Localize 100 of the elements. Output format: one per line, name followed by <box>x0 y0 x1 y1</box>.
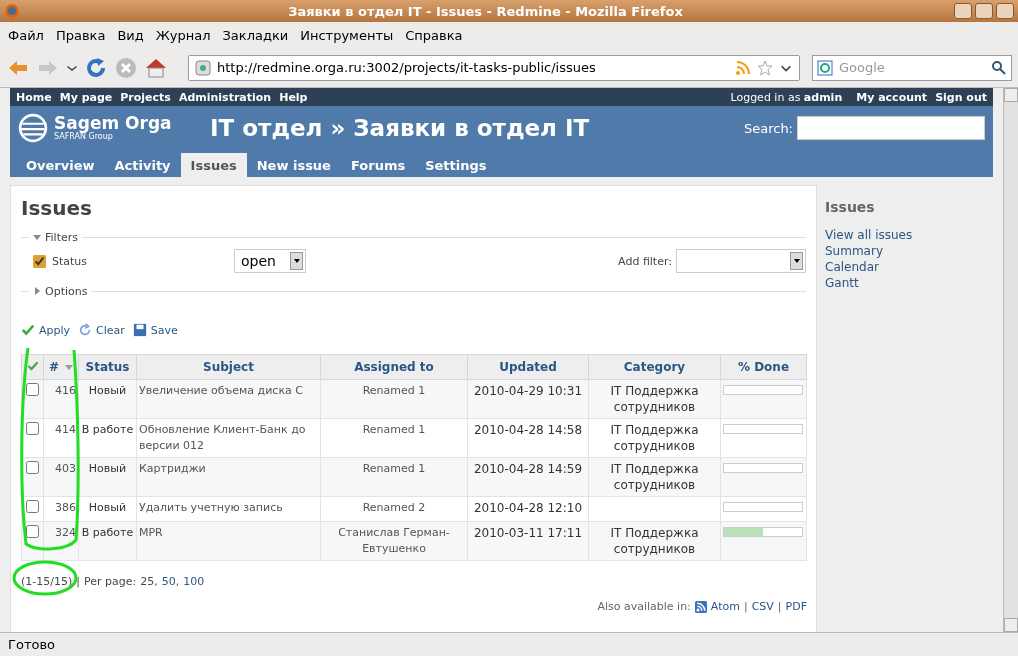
issue-id-link[interactable]: 416 <box>55 384 76 397</box>
column-header[interactable]: % Done <box>720 354 807 380</box>
table-cell: Renamed 1 <box>362 423 426 436</box>
row-checkbox[interactable] <box>26 383 39 396</box>
expand-icon[interactable] <box>33 287 41 295</box>
table-cell: Станислав Герман-Евтушенко <box>338 526 450 555</box>
sidebar-link[interactable]: Summary <box>825 243 985 259</box>
collapse-icon[interactable] <box>33 233 41 241</box>
add-filter-select[interactable] <box>676 249 806 273</box>
table-cell: IT Поддержка сотрудников <box>610 384 699 414</box>
sidebar-link[interactable]: Calendar <box>825 259 985 275</box>
top-menu-link[interactable]: Home <box>16 90 52 104</box>
column-header[interactable]: Updated <box>467 354 589 380</box>
logo-name: Sagem Orga <box>54 115 172 132</box>
filter-label: Status <box>52 254 89 268</box>
close-button[interactable] <box>996 3 1014 19</box>
column-header[interactable]: Category <box>588 354 721 380</box>
account-link[interactable]: My account <box>856 90 928 104</box>
issue-id-link[interactable]: 324 <box>55 526 76 539</box>
logged-in-text: Logged in as admin <box>730 90 843 104</box>
per-page-link[interactable]: 100 <box>183 575 205 588</box>
action-link[interactable]: Apply <box>21 323 71 337</box>
feed-icon <box>694 600 707 613</box>
logo-icon <box>18 113 48 143</box>
tab[interactable]: Forums <box>340 153 416 177</box>
column-header[interactable]: Status <box>78 354 137 380</box>
top-menu-link[interactable]: Administration <box>178 90 272 104</box>
menu-item[interactable]: Справка <box>401 27 471 43</box>
add-filter-label: Add filter: <box>618 254 672 268</box>
refresh-icon <box>78 323 93 337</box>
maximize-button[interactable] <box>975 3 993 19</box>
check-all-icon[interactable] <box>26 359 39 372</box>
action-link[interactable]: Save <box>132 323 178 337</box>
table-cell: Renamed 2 <box>362 501 426 514</box>
minimize-button[interactable] <box>954 3 972 19</box>
tab[interactable]: Issues <box>180 153 247 177</box>
top-menu-link[interactable]: Projects <box>120 90 171 104</box>
table-cell: Renamed 1 <box>362 462 426 475</box>
row-checkbox[interactable] <box>26 422 39 435</box>
scrollbar[interactable] <box>1003 88 1018 632</box>
per-page-link[interactable]: 50, <box>161 575 180 588</box>
top-menu-link[interactable]: Help <box>279 90 308 104</box>
menu-item[interactable]: Вид <box>113 27 152 43</box>
table-cell: 2010-04-28 14:58 <box>473 423 583 437</box>
table-cell: Новый <box>88 501 127 514</box>
action-link[interactable]: Clear <box>78 323 125 337</box>
reload-icon[interactable] <box>84 55 108 80</box>
options-legend[interactable]: Options <box>45 284 88 298</box>
search-field[interactable]: Google <box>812 54 1012 81</box>
sidebar-link[interactable]: View all issues <box>825 227 985 243</box>
search-icon[interactable] <box>991 59 1007 76</box>
tab[interactable]: Overview <box>16 153 105 177</box>
column-header[interactable]: Assigned to <box>320 354 468 380</box>
sidebar-link[interactable]: Gantt <box>825 275 985 291</box>
filters-legend[interactable]: Filters <box>45 230 78 244</box>
menu-item[interactable]: Закладки <box>218 27 297 43</box>
status-select[interactable]: open <box>234 249 306 273</box>
table-cell: IT Поддержка сотрудников <box>610 423 699 453</box>
menu-item[interactable]: Журнал <box>151 27 219 43</box>
format-link[interactable]: CSV <box>751 600 774 613</box>
table-cell: В работе <box>81 526 134 539</box>
other-formats-label: Also available in: <box>597 600 691 613</box>
sidebar-heading: Issues <box>825 199 876 215</box>
caret-icon <box>292 257 301 265</box>
format-link[interactable]: PDF <box>785 600 807 613</box>
column-header[interactable]: Subject <box>136 354 321 380</box>
format-link[interactable]: Atom <box>710 600 740 613</box>
per-page-current: 25, <box>140 575 158 588</box>
search-engine-icon <box>817 59 833 76</box>
row-checkbox[interactable] <box>26 525 39 538</box>
status-checkbox[interactable] <box>33 254 46 268</box>
account-link[interactable]: Sign out <box>935 90 987 104</box>
row-checkbox[interactable] <box>26 500 39 513</box>
address-field[interactable]: http://redmine.orga.ru:3002/projects/it-tasks-public/issues <box>188 54 800 81</box>
table-cell: 2010-03-11 17:11 <box>473 526 583 540</box>
star-icon[interactable] <box>757 59 773 76</box>
page-heading: Issues <box>21 195 93 222</box>
window-title: Заявки в отдел IT - Issues - Redmine - Mozilla Firefox <box>287 3 684 19</box>
top-menu-link[interactable]: My page <box>59 90 113 104</box>
tab[interactable]: Settings <box>415 153 497 177</box>
table-cell: IT Поддержка сотрудников <box>610 462 699 492</box>
status-text: Готово <box>0 632 1018 656</box>
menu-item[interactable]: Инструменты <box>296 27 402 43</box>
feed-icon[interactable] <box>735 59 751 76</box>
sort-icon[interactable] <box>65 363 74 371</box>
table-cell: Renamed 1 <box>362 384 426 397</box>
menu-item[interactable]: Правка <box>51 27 114 43</box>
separator: | <box>777 600 782 613</box>
per-page-label: Per page: <box>84 575 137 588</box>
menu-item[interactable]: Файл <box>4 27 52 43</box>
search-field[interactable] <box>797 116 985 140</box>
issue-id-link[interactable]: 403 <box>55 462 76 475</box>
table-cell: 2010-04-28 12:10 <box>473 501 583 515</box>
tab[interactable]: Activity <box>104 153 181 177</box>
project-title: IT отдел » Заявки в отдел IT <box>210 115 591 141</box>
table-cell: Новый <box>88 462 127 475</box>
issue-id-link[interactable]: 414 <box>55 423 76 436</box>
tab[interactable]: New issue <box>246 153 341 177</box>
row-checkbox[interactable] <box>26 461 39 474</box>
table-cell: 2010-04-28 14:59 <box>473 462 583 476</box>
